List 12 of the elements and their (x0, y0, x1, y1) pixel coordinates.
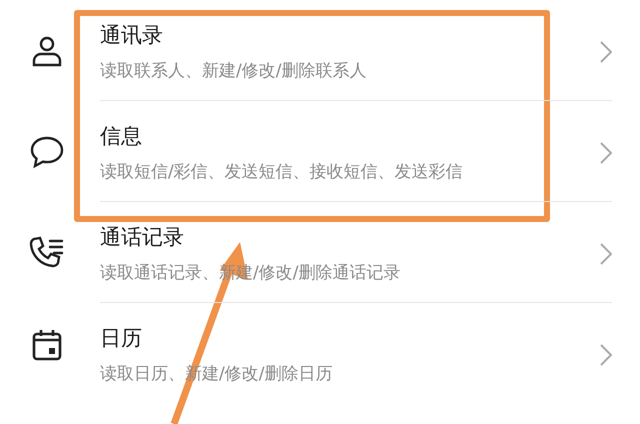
chevron-right-icon[interactable] (600, 142, 612, 164)
permission-title: 日历 (100, 325, 143, 352)
permission-description: 读取短信/彩信、发送短信、接收短信、发送彩信 (100, 161, 464, 184)
permission-title: 通话记录 (100, 224, 185, 251)
chevron-right-icon[interactable] (600, 41, 612, 63)
chevron-right-icon[interactable] (600, 243, 612, 265)
chevron-right-icon[interactable] (600, 344, 612, 366)
permission-title: 信息 (100, 123, 143, 150)
chat-bubble-icon (29, 134, 65, 168)
calendar-icon (31, 328, 63, 362)
permission-title: 通讯录 (100, 22, 164, 49)
permission-description: 读取联系人、新建/修改/删除联系人 (100, 60, 368, 83)
